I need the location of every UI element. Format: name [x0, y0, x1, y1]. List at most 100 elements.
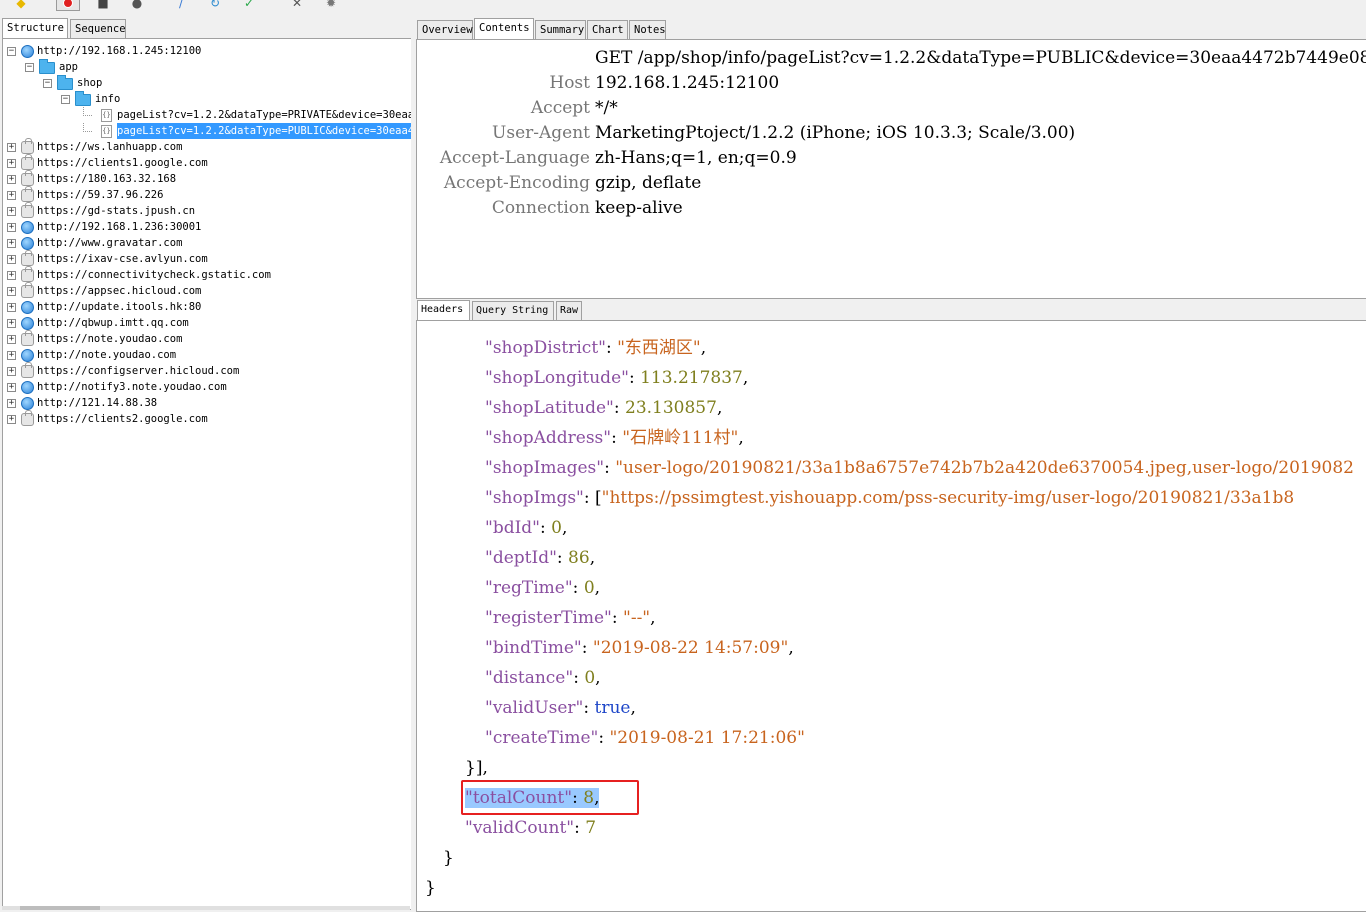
tab-overview[interactable]: Overview: [417, 20, 473, 39]
expand-icon[interactable]: +: [7, 239, 16, 248]
folder-icon: [75, 91, 91, 106]
json-value: 23.130857: [625, 398, 717, 418]
trash-icon[interactable]: ■: [94, 0, 112, 10]
json-line-valid-count: "validCount": 7: [465, 813, 596, 843]
json-sep: ,: [742, 368, 749, 388]
collapse-icon[interactable]: −: [43, 79, 52, 88]
structure-tree[interactable]: − http://192.168.1.245:12100− app − shop − inf…: [2, 38, 412, 910]
tab-sequence[interactable]: Sequence: [70, 19, 126, 38]
tab-structure[interactable]: Structure: [2, 18, 68, 38]
globe-icon: [21, 381, 34, 394]
json-value: 113.217837: [640, 368, 743, 388]
tab-headers[interactable]: Headers: [417, 300, 470, 321]
json-sep: ,: [700, 338, 707, 358]
json-sep: ,: [595, 668, 601, 688]
tree-item[interactable]: + https://appsec.hicloud.com: [3, 282, 409, 299]
json-line: "shopAddress": "石牌岭111村",: [485, 423, 744, 453]
header-name: Accept-Encoding: [443, 173, 590, 193]
expand-icon[interactable]: +: [7, 143, 16, 152]
tree-item[interactable]: + http://192.168.1.236:30001: [3, 219, 409, 235]
collapse-icon[interactable]: −: [7, 47, 16, 56]
tab-notes[interactable]: Notes: [629, 20, 666, 39]
tree-item[interactable]: + https://note.youdao.com: [3, 330, 409, 347]
lock-icon: [21, 154, 34, 170]
tree-scrollbar-thumb[interactable]: [20, 906, 100, 910]
tree-item[interactable]: − info: [3, 91, 409, 107]
expand-icon[interactable]: +: [7, 367, 16, 376]
tree-item[interactable]: − http://192.168.1.245:12100: [3, 43, 409, 59]
expand-icon[interactable]: +: [7, 415, 16, 424]
tree-item[interactable]: + https://ixav-cse.avlyun.com: [3, 250, 409, 267]
expand-icon[interactable]: +: [7, 255, 16, 264]
response-body-pane[interactable]: }], "totalCount": 8, "validCount": 7 } }…: [416, 320, 1366, 912]
expand-icon[interactable]: +: [7, 351, 16, 360]
json-value: "2019-08-22 14:57:09": [592, 638, 789, 658]
collapse-icon[interactable]: −: [61, 95, 70, 104]
tab-query-string[interactable]: Query String: [472, 301, 554, 320]
json-key: "createTime": [485, 728, 599, 748]
tree-item[interactable]: + http://update.itools.hk:80: [3, 299, 409, 315]
tree-item[interactable]: + https://configserver.hicloud.com: [3, 362, 409, 379]
tree-item[interactable]: − app: [3, 59, 409, 75]
pane-splitter[interactable]: [411, 17, 415, 910]
json-key: "shopDistrict": [485, 338, 606, 358]
tree-item[interactable]: + https://clients1.google.com: [3, 154, 409, 171]
expand-icon[interactable]: +: [7, 383, 16, 392]
tree-item[interactable]: + http://www.gravatar.com: [3, 235, 409, 251]
tree-item[interactable]: + https://59.37.96.226: [3, 186, 409, 203]
tree-item[interactable]: + https://180.163.32.168: [3, 170, 409, 187]
check-icon[interactable]: ✓: [240, 0, 258, 10]
tree-item[interactable]: {} pageList?cv=1.2.2&dataType=PRIVATE&dev…: [3, 107, 411, 123]
refresh-icon[interactable]: ↻: [206, 0, 224, 10]
tab-contents[interactable]: Contents: [474, 18, 534, 40]
clear-icon[interactable]: ●: [128, 0, 146, 10]
request-headers-pane[interactable]: GET /app/shop/info/pageList?cv=1.2.2&dat…: [416, 39, 1366, 299]
settings-icon[interactable]: ✹: [322, 0, 340, 10]
tree-item-label: https://59.37.96.226: [37, 189, 164, 201]
json-sep: :: [605, 338, 618, 358]
tree-item[interactable]: + https://clients2.google.com: [3, 410, 409, 427]
collapse-icon[interactable]: −: [25, 63, 34, 72]
tab-raw[interactable]: Raw: [556, 301, 582, 320]
tree-item[interactable]: + https://ws.lanhuapp.com: [3, 138, 409, 155]
expand-icon[interactable]: +: [7, 223, 16, 232]
expand-icon[interactable]: +: [7, 303, 16, 312]
json-file-icon: {}: [101, 109, 112, 122]
expand-icon[interactable]: +: [7, 271, 16, 280]
pen-icon[interactable]: /: [172, 0, 190, 10]
tree-item[interactable]: − shop: [3, 75, 409, 91]
json-sep: :: [574, 818, 586, 838]
json-value: 86: [568, 548, 590, 568]
expand-icon[interactable]: +: [7, 335, 16, 344]
tree-item[interactable]: + http://note.youdao.com: [3, 347, 409, 363]
tree-item[interactable]: {} pageList?cv=1.2.2&dataType=PUBLIC&devi…: [3, 123, 411, 139]
lightning-icon[interactable]: ◆: [12, 0, 30, 10]
tools-icon[interactable]: ✕: [288, 0, 306, 10]
tree-item[interactable]: + https://connectivitycheck.gstatic.com: [3, 266, 409, 283]
expand-icon[interactable]: +: [7, 175, 16, 184]
expand-icon[interactable]: +: [7, 191, 16, 200]
tree-item-label: pageList?cv=1.2.2&dataType=PUBLIC&device…: [117, 123, 411, 139]
expand-icon[interactable]: +: [7, 399, 16, 408]
header-name: Connection: [491, 198, 590, 218]
json-value: "--": [623, 608, 651, 628]
tree-item[interactable]: + http://qbwup.imtt.qq.com: [3, 315, 409, 331]
record-icon[interactable]: [56, 0, 80, 11]
expand-icon[interactable]: +: [7, 159, 16, 168]
tree-item[interactable]: + http://121.14.88.38: [3, 395, 409, 411]
expand-icon[interactable]: +: [7, 319, 16, 328]
json-sep: :: [556, 548, 569, 568]
tree-item[interactable]: + https://gd-stats.jpush.cn: [3, 202, 409, 219]
globe-icon: [21, 317, 34, 330]
expand-icon[interactable]: +: [7, 207, 16, 216]
header-row-accept-language: Accept-Language zh-Hans;q=1, en;q=0.9: [417, 146, 1366, 171]
tree-item-label: http://192.168.1.236:30001: [37, 221, 202, 233]
tree-connector: [83, 123, 92, 132]
tree-item[interactable]: + http://notify3.note.youdao.com: [3, 379, 409, 395]
tab-chart[interactable]: Chart: [587, 20, 628, 39]
tab-summary[interactable]: Summary: [535, 20, 586, 39]
tree-item-label: https://clients1.google.com: [37, 157, 208, 169]
json-line: "createTime": "2019-08-21 17:21:06": [485, 723, 805, 753]
tree-item-label: http://notify3.note.youdao.com: [37, 381, 227, 393]
expand-icon[interactable]: +: [7, 287, 16, 296]
